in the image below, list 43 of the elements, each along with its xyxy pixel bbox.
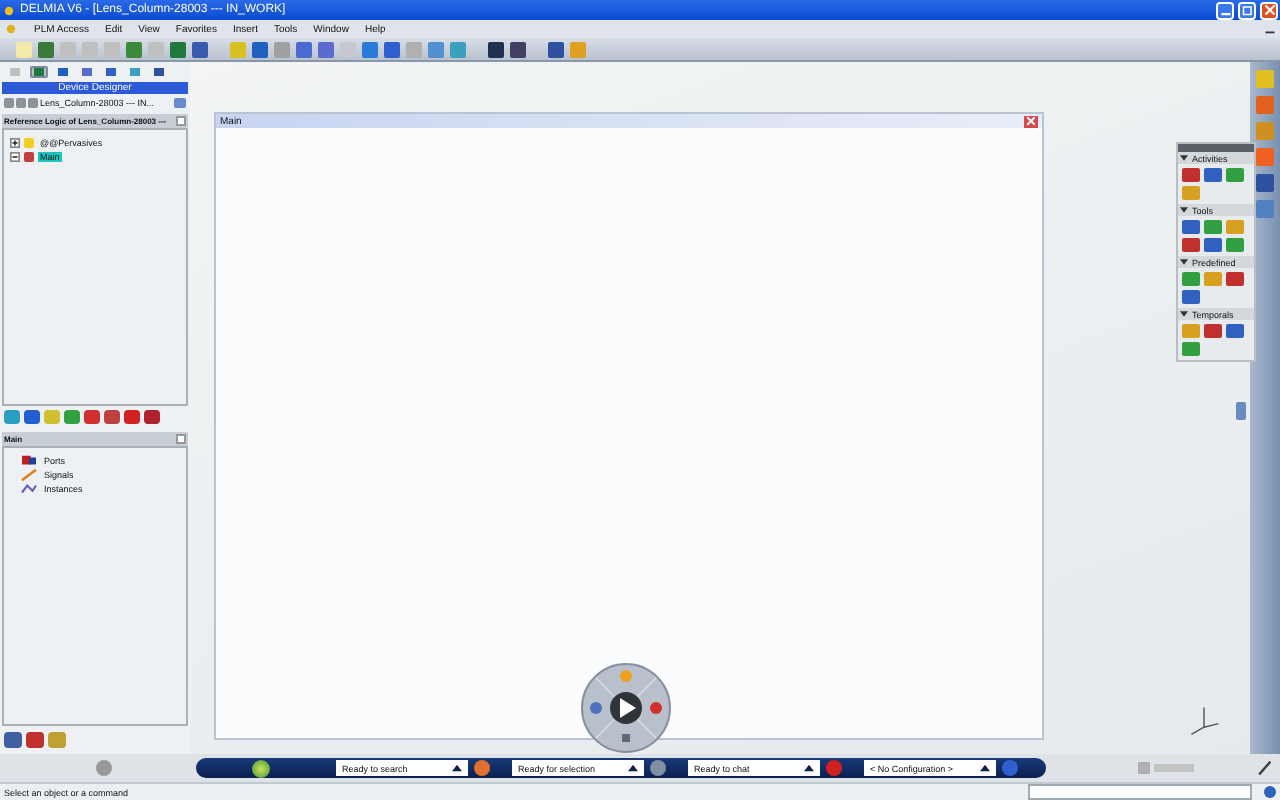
compass-icon[interactable] (96, 760, 112, 776)
caret-icon (628, 764, 638, 772)
command-field[interactable] (1028, 784, 1252, 800)
pen-icon[interactable] (1256, 760, 1272, 776)
globe-icon[interactable] (252, 759, 270, 777)
restore-icon (1241, 4, 1253, 16)
caret-icon (804, 764, 814, 772)
compass-drawing[interactable] (580, 662, 672, 754)
ports-icon (20, 454, 38, 468)
workbench-tab[interactable] (54, 66, 72, 78)
caret-icon[interactable] (1180, 258, 1188, 266)
app-icon[interactable] (826, 760, 842, 776)
app-icon[interactable] (650, 760, 666, 776)
close-icon (1263, 4, 1275, 16)
node-icon (24, 138, 34, 148)
forward-icon[interactable] (16, 97, 26, 107)
caret-icon (452, 764, 462, 772)
panel-menu-button[interactable] (176, 116, 186, 126)
workbench-tab[interactable] (30, 66, 48, 78)
close-button[interactable] (1260, 1, 1278, 19)
workbench-tab[interactable] (150, 66, 168, 78)
app-icon[interactable] (474, 760, 490, 776)
caret-icon (980, 764, 990, 772)
minimize-button[interactable] (1216, 1, 1234, 19)
close-button[interactable] (1024, 115, 1038, 127)
workbench-tab[interactable] (78, 66, 96, 78)
info-icon[interactable] (1264, 786, 1276, 798)
logo-icon (1136, 758, 1196, 778)
app-icon[interactable] (1002, 760, 1018, 776)
home-icon[interactable] (28, 97, 38, 107)
expander-icon[interactable] (10, 152, 20, 162)
signal-icon (20, 468, 38, 482)
caret-icon[interactable] (1180, 310, 1188, 318)
axis-drawing (1186, 702, 1222, 738)
expander-icon[interactable] (10, 138, 20, 148)
panel-menu-button[interactable] (176, 434, 186, 444)
instances-icon (20, 482, 38, 496)
dropdown-button[interactable] (174, 97, 186, 107)
node-icon (24, 152, 34, 162)
back-icon[interactable] (4, 97, 14, 107)
caret-icon[interactable] (1180, 206, 1188, 214)
workbench-tab[interactable] (102, 66, 120, 78)
restore-button[interactable] (1238, 1, 1256, 19)
